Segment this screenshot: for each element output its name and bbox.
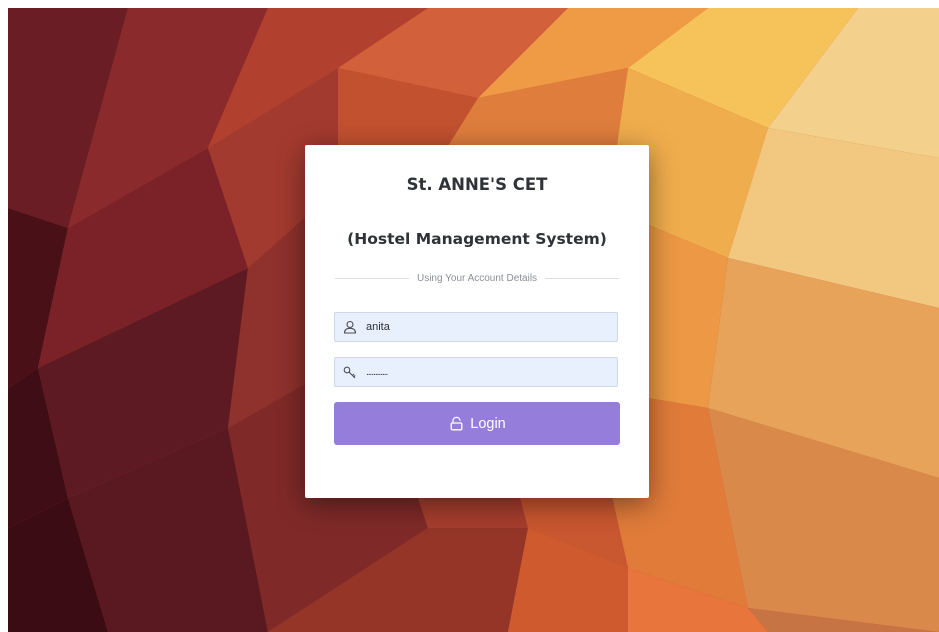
page-subtitle: (Hostel Management System) <box>347 230 607 248</box>
page: St. ANNE'S CET (Hostel Management System… <box>0 0 939 632</box>
lock-icon <box>448 416 464 432</box>
page-title: St. ANNE'S CET <box>406 175 548 194</box>
login-button[interactable]: Login <box>334 402 620 445</box>
divider-line-right <box>545 277 620 279</box>
password-input[interactable] <box>366 366 606 378</box>
divider-text: Using Your Account Details <box>416 272 538 284</box>
login-button-label: Login <box>470 415 506 432</box>
login-card: St. ANNE'S CET (Hostel Management System… <box>305 145 649 498</box>
key-icon <box>342 364 358 380</box>
divider: Using Your Account Details <box>335 271 620 285</box>
user-icon <box>342 319 358 335</box>
username-input[interactable] <box>366 321 606 333</box>
top-edge-strip <box>639 0 939 8</box>
username-field[interactable] <box>334 312 618 342</box>
password-field[interactable] <box>334 357 618 387</box>
divider-line-left <box>335 277 409 279</box>
